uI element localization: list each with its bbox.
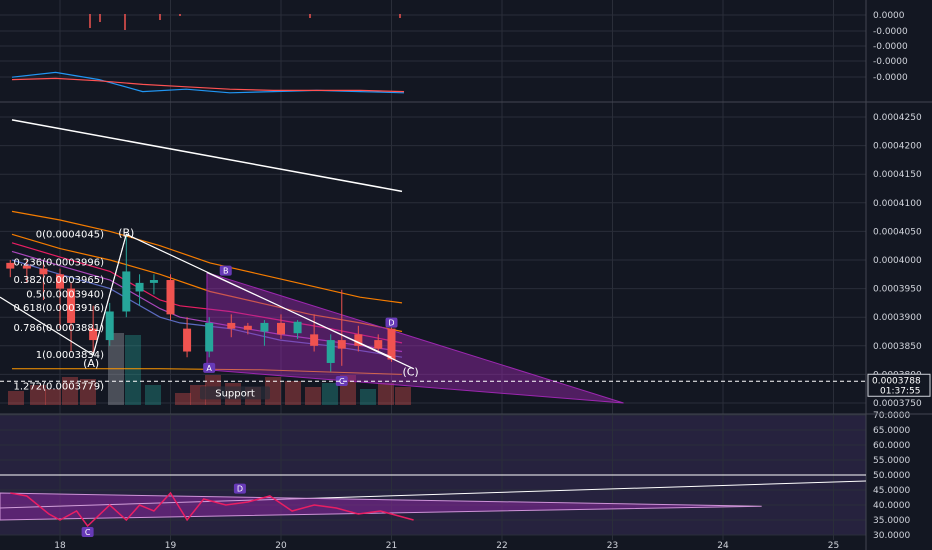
- pattern-badge-d: D: [388, 319, 394, 328]
- price-tick-label: 0.0003850: [873, 342, 922, 352]
- price-tick-label: 0.0004050: [873, 227, 922, 237]
- macd-tick-label: -0.0000: [873, 57, 908, 67]
- pattern-badge-a: A: [206, 364, 212, 373]
- chart-svg[interactable]: 18 19 20 21 22 23 24 25 0.0004250 0.0004200 0.0004…: [0, 0, 932, 550]
- price-tick-label: 0.0003900: [873, 313, 922, 323]
- macd-tick-label: -0.0000: [873, 42, 908, 52]
- candle-body: [166, 280, 175, 315]
- x-tick-label: 18: [54, 541, 66, 550]
- x-tick-label: 19: [165, 541, 177, 550]
- volume-bar: [360, 389, 376, 405]
- x-tick-label: 20: [275, 541, 287, 550]
- macd-tick-label: -0.0000: [873, 73, 908, 83]
- rsi-badge-d: D: [237, 485, 243, 494]
- rsi-tick-label: 70.0000: [873, 411, 910, 421]
- wave-label-c: (C): [402, 366, 418, 379]
- x-tick-label: 23: [607, 541, 618, 550]
- volume-bar: [305, 387, 321, 405]
- candle-body: [183, 328, 192, 352]
- x-tick-label: 25: [828, 541, 839, 550]
- x-tick-label: 24: [717, 541, 729, 550]
- rsi-tick-label: 30.0000: [873, 531, 910, 541]
- fib-level-label: 1.272(0.0003779): [13, 381, 104, 392]
- price-tick-label: 0.0004100: [873, 199, 922, 209]
- volume-bar: [378, 383, 394, 405]
- wave-label-a: (A): [83, 357, 99, 370]
- candle-body: [205, 322, 214, 352]
- rsi-tick-label: 40.0000: [873, 501, 910, 511]
- candle-body: [227, 322, 236, 329]
- price-tick-label: 0.0003750: [873, 399, 922, 409]
- candle-body: [260, 322, 269, 332]
- candle-body: [149, 280, 158, 283]
- candle-body: [374, 340, 383, 349]
- candle-body: [310, 334, 319, 346]
- candle-body: [122, 271, 131, 312]
- rsi-tick-label: 35.0000: [873, 516, 910, 526]
- volume-bar: [125, 335, 141, 405]
- candle-body: [39, 268, 48, 275]
- rsi-tick-label: 45.0000: [873, 486, 910, 496]
- volume-bar: [175, 393, 191, 405]
- price-tick-label: 0.0003950: [873, 285, 922, 295]
- rsi-badge-c: C: [85, 528, 91, 537]
- candle-body: [243, 325, 252, 330]
- x-tick-label: 22: [496, 541, 507, 550]
- pattern-badge-b: B: [223, 267, 229, 276]
- rsi-tick-label: 60.0000: [873, 441, 910, 451]
- last-price-value: 0.0003788: [872, 376, 921, 386]
- wave-label-b: (B): [118, 226, 134, 239]
- price-tick-label: 0.0004250: [873, 113, 922, 123]
- x-tick-label: 21: [386, 541, 397, 550]
- chart-root: 18 19 20 21 22 23 24 25 0.0004250 0.0004200 0.0004…: [0, 0, 932, 550]
- fib-level-label: 0(0.0004045): [36, 229, 104, 240]
- fib-level-label: 0.786(0.0003881): [13, 323, 104, 334]
- rsi-tick-label: 50.0000: [873, 471, 910, 481]
- volume-bar: [322, 383, 338, 405]
- macd-tick-label: 0.0000: [873, 11, 905, 21]
- macd-tick-label: -0.0000: [873, 27, 908, 37]
- candle-body: [135, 282, 144, 292]
- candle-body: [337, 340, 346, 349]
- candle-body: [326, 340, 335, 363]
- candle-body: [105, 311, 114, 341]
- rsi-tick-label: 55.0000: [873, 456, 910, 466]
- volume-bar: [285, 381, 301, 405]
- candle-body: [277, 322, 285, 335]
- volume-bar: [8, 391, 24, 405]
- bar-countdown: 01:37:55: [880, 386, 920, 396]
- volume-bar: [145, 385, 161, 405]
- fib-level-label: 0.236(0.0003996): [13, 257, 104, 268]
- fib-level-label: 0.618(0.0003916): [13, 303, 104, 314]
- fib-level-label: 0.382(0.0003965): [13, 275, 104, 286]
- fib-level-label: 0.5(0.0003940): [26, 289, 104, 300]
- candle-body: [293, 321, 302, 334]
- price-tick-label: 0.0004200: [873, 142, 922, 152]
- rsi-tick-label: 65.0000: [873, 426, 910, 436]
- volume-bar: [395, 387, 411, 405]
- price-tick-label: 0.0004150: [873, 170, 922, 180]
- candle-body: [387, 328, 396, 360]
- support-label: Support: [215, 388, 255, 399]
- price-tick-label: 0.0004000: [873, 256, 922, 266]
